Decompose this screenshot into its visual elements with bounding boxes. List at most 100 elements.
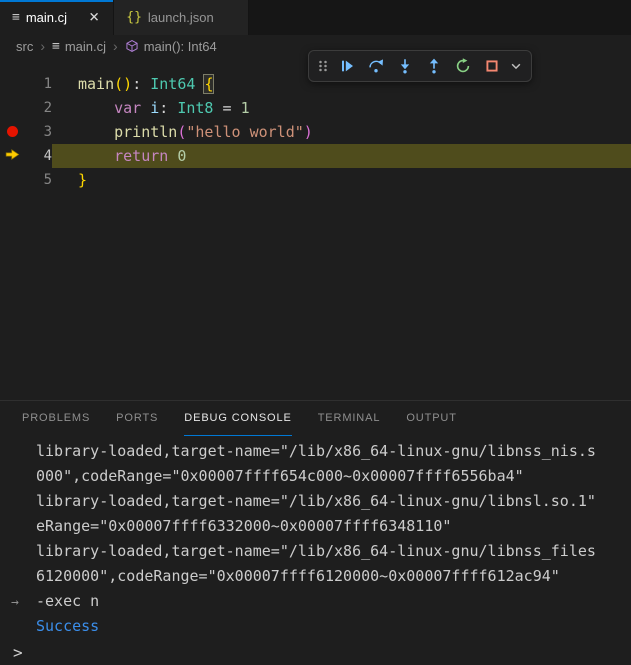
panel-tab-label: OUTPUT [406,412,457,424]
code-text[interactable]: } [52,168,631,192]
debug-step-out-button[interactable] [419,53,448,79]
glyph-margin[interactable] [0,144,24,168]
line-number: 1 [24,72,52,96]
code-token [78,99,114,117]
code-token [168,147,177,165]
code-token: ) [123,75,132,93]
chevron-right-icon: > [13,643,23,662]
breadcrumb-label: main.cj [65,39,106,54]
code-token [78,123,114,141]
console-text: library-loaded,target-name="/lib/x86_64-… [36,542,596,560]
panel-tab-label: DEBUG CONSOLE [184,412,291,424]
debug-console-output[interactable]: library-loaded,target-name="/lib/x86_64-… [0,436,631,639]
panel-tab-label: TERMINAL [318,412,381,424]
chevron-down-icon [509,59,523,73]
debug-toolbar-gripper[interactable] [314,53,332,79]
debug-step-into-icon [397,58,413,74]
code-text[interactable]: return 0 [52,144,631,168]
glyph-margin[interactable] [0,96,24,120]
debug-restart-icon [455,58,471,74]
console-line: 6120000",codeRange="0x00007ffff6120000~0… [36,564,623,589]
symbol-method-icon [125,39,139,53]
code-line: 2 var i: Int8 = 1 [0,96,631,120]
panel-tab-debug-console[interactable]: DEBUG CONSOLE [184,401,291,436]
tab-main-cj[interactable]: ≡main.cj× [0,0,114,35]
code-line: 4 return 0 [0,144,631,168]
debug-stop-button[interactable] [477,53,506,79]
code-token: "hello world" [186,123,303,141]
console-text: library-loaded,target-name="/lib/x86_64-… [36,492,596,510]
breadcrumb-item-main-cj[interactable]: ≡ main.cj [52,39,106,54]
code-token: 1 [241,99,250,117]
line-number: 4 [24,144,52,168]
code-token: = [213,99,240,117]
code-token: main [78,75,114,93]
code-token [78,147,114,165]
code-token: ( [114,75,123,93]
console-line: library-loaded,target-name="/lib/x86_64-… [36,539,623,564]
debug-step-over-button[interactable] [361,53,390,79]
panel-tab-bar: PROBLEMS PORTS DEBUG CONSOLE TERMINAL OUTPUT [0,401,631,436]
console-text: Success [36,617,99,635]
console-text: eRange="0x00007ffff6332000~0x00007ffff63… [36,517,451,535]
console-line: library-loaded,target-name="/lib/x86_64-… [36,489,623,514]
panel-tab-terminal[interactable]: TERMINAL [318,401,381,436]
console-line: 000",codeRange="0x00007ffff654c000~0x000… [36,464,623,489]
code-editor: 1 main(): Int64 {2 var i: Int8 = 13 print… [0,57,631,400]
code-line: 5} [0,168,631,192]
panel-tab-label: PORTS [116,412,158,424]
line-number: 5 [24,168,52,192]
gripper-icon [317,58,329,74]
debug-continue-button[interactable] [332,53,361,79]
tab-launch-json[interactable]: {}launch.json [114,0,248,35]
code-token: : [159,99,177,117]
debug-step-over-icon [368,58,384,74]
panel-tab-problems[interactable]: PROBLEMS [22,401,90,436]
code-token: return [114,147,168,165]
breadcrumb-label: src [16,39,33,54]
code-line: 3 println("hello world") [0,120,631,144]
json-braces-icon: {} [126,10,142,25]
glyph-margin[interactable] [0,120,24,144]
debug-more-actions-button[interactable] [506,53,526,79]
tab-close-button[interactable]: × [87,9,101,26]
debug-console-input[interactable]: > [13,643,23,662]
code-token: Int8 [177,99,213,117]
debug-continue-icon [339,58,355,74]
bottom-panel: PROBLEMS PORTS DEBUG CONSOLE TERMINAL OUTPUT… [0,400,631,665]
code-text[interactable]: println("hello world") [52,120,631,144]
file-lines-icon: ≡ [52,39,60,54]
code-token: println [114,123,177,141]
line-number: 3 [24,120,52,144]
breadcrumb-item-main-int64[interactable]: main(): Int64 [125,39,217,54]
debug-step-into-button[interactable] [390,53,419,79]
debug-current-line-icon [5,144,20,168]
code-token: } [78,171,87,189]
glyph-margin[interactable] [0,168,24,192]
glyph-margin[interactable] [0,72,24,96]
panel-tab-label: PROBLEMS [22,412,90,424]
breadcrumb-item-src[interactable]: src [16,39,33,54]
console-line: library-loaded,target-name="/lib/x86_64-… [36,439,623,464]
line-number: 2 [24,96,52,120]
vscode-window: ≡main.cj×{}launch.json src›≡main.cj›main… [0,0,631,665]
debug-step-out-icon [426,58,442,74]
debug-toolbar [308,50,532,82]
debug-restart-button[interactable] [448,53,477,79]
panel-tab-ports[interactable]: PORTS [116,401,158,436]
breadcrumb-separator: › [40,38,45,54]
console-text: library-loaded,target-name="/lib/x86_64-… [36,442,596,460]
code-token: Int64 [150,75,195,93]
console-text: -exec n [36,592,99,610]
code-token: : [132,75,150,93]
code-text[interactable]: var i: Int8 = 1 [52,96,631,120]
panel-tab-output[interactable]: OUTPUT [406,401,457,436]
console-text: 6120000",codeRange="0x00007ffff6120000~0… [36,567,560,585]
console-line: →-exec n [36,589,623,614]
code-token: 0 [177,147,186,165]
console-line: eRange="0x00007ffff6332000~0x00007ffff63… [36,514,623,539]
code-token: var [114,99,141,117]
console-text: 000",codeRange="0x00007ffff654c000~0x000… [36,467,524,485]
code-token [141,99,150,117]
code-token: { [204,75,213,93]
